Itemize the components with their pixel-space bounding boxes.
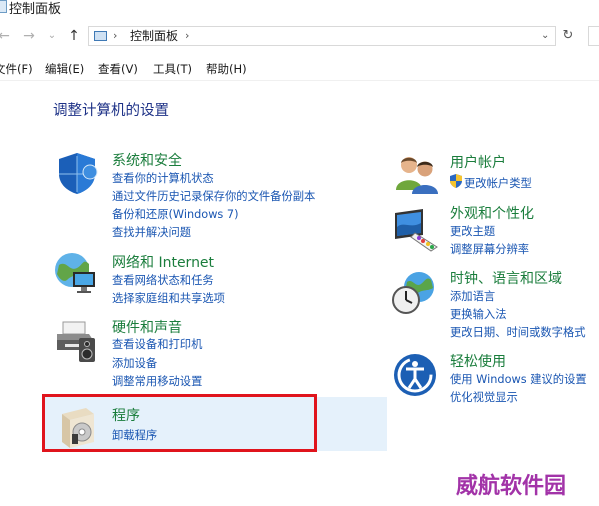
search-input[interactable]: [588, 26, 599, 46]
network-globe-icon: [55, 253, 95, 293]
window-title: 控制面板: [9, 2, 62, 17]
breadcrumb-chevron-icon[interactable]: ›: [185, 28, 189, 44]
address-bar[interactable]: › 控制面板 › ⌄: [88, 26, 556, 46]
link-screen-resolution[interactable]: 调整屏幕分辨率: [450, 241, 529, 257]
menu-help[interactable]: 帮助(H): [206, 61, 247, 77]
link-date-time-format[interactable]: 更改日期、时间或数字格式: [450, 324, 586, 340]
link-troubleshoot[interactable]: 查找并解决问题: [112, 224, 191, 240]
link-mobility-settings[interactable]: 调整常用移动设置: [112, 373, 202, 389]
link-optimize-visual-display[interactable]: 优化视觉显示: [450, 389, 518, 405]
category-clock-language-region[interactable]: 时钟、语言和区域: [450, 268, 562, 288]
menu-bar: 文件(F) 编辑(E) 查看(V) 工具(T) 帮助(H): [0, 58, 599, 78]
category-system-security[interactable]: 系统和安全: [112, 150, 182, 170]
menu-divider: [0, 80, 599, 81]
category-appearance-personalization[interactable]: 外观和个性化: [450, 203, 534, 223]
recent-locations-chevron-icon[interactable]: ⌄: [44, 26, 60, 46]
link-homegroup-sharing[interactable]: 选择家庭组和共享选项: [112, 290, 225, 306]
breadcrumb-chevron-icon[interactable]: ›: [113, 28, 117, 44]
clock-globe-icon: [392, 272, 434, 314]
uac-shield-icon: [450, 174, 462, 188]
menu-file[interactable]: 文件(F): [0, 61, 33, 77]
category-user-accounts[interactable]: 用户帐户: [450, 152, 506, 172]
forward-button[interactable]: →: [21, 26, 37, 46]
shield-icon: [59, 153, 98, 194]
printer-speaker-icon: [57, 321, 95, 362]
refresh-button[interactable]: ↻: [560, 26, 576, 46]
link-devices-printers[interactable]: 查看设备和打印机: [112, 336, 202, 352]
users-icon: [396, 157, 438, 194]
monitor-palette-icon: [395, 209, 438, 252]
menu-view[interactable]: 查看(V): [98, 61, 138, 77]
address-dropdown-icon[interactable]: ⌄: [541, 28, 549, 44]
link-add-language[interactable]: 添加语言: [450, 288, 495, 304]
link-add-device[interactable]: 添加设备: [112, 355, 157, 371]
menu-tools[interactable]: 工具(T): [153, 61, 192, 77]
link-backup-restore[interactable]: 备份和还原(Windows 7): [112, 206, 239, 222]
category-hardware-sound[interactable]: 硬件和声音: [112, 317, 182, 337]
link-view-computer-status[interactable]: 查看你的计算机状态: [112, 170, 214, 186]
breadcrumb-control-panel[interactable]: 控制面板: [130, 28, 178, 44]
link-change-account-type[interactable]: 更改帐户类型: [464, 175, 532, 191]
title-bar: 控制面板: [0, 0, 599, 20]
annotation-highlight-box: [42, 394, 317, 452]
link-recommended-settings[interactable]: 使用 Windows 建议的设置: [450, 371, 587, 387]
up-button[interactable]: ↑: [66, 26, 82, 46]
category-ease-of-access[interactable]: 轻松使用: [450, 351, 506, 371]
control-panel-small-icon: [94, 31, 107, 41]
link-file-history-backup[interactable]: 通过文件历史记录保存你的文件备份副本: [112, 188, 315, 204]
back-button[interactable]: ←: [0, 26, 12, 46]
watermark: 威航软件园: [456, 473, 567, 499]
menu-edit[interactable]: 编辑(E): [45, 61, 84, 77]
link-network-status[interactable]: 查看网络状态和任务: [112, 272, 214, 288]
category-network-internet[interactable]: 网络和 Internet: [112, 252, 214, 272]
ease-of-access-icon: [394, 354, 436, 396]
link-change-input-method[interactable]: 更换输入法: [450, 306, 507, 322]
link-change-theme[interactable]: 更改主题: [450, 223, 495, 239]
control-panel-icon: [0, 0, 7, 13]
page-title: 调整计算机的设置: [53, 103, 169, 119]
